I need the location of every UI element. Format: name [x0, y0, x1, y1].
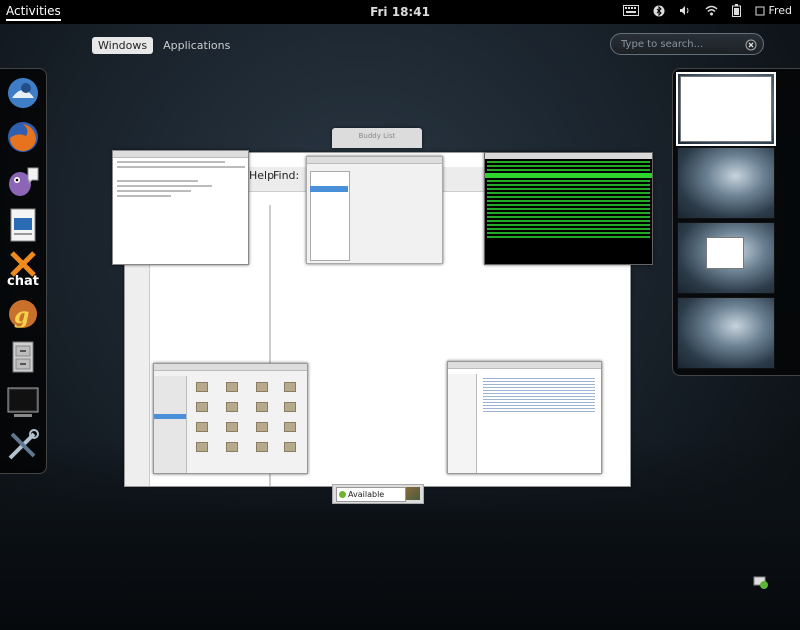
top-panel: Activities Fri 18:41 Fred — [0, 0, 800, 24]
dash-app-pidgin[interactable] — [4, 162, 42, 200]
workspace-3[interactable] — [677, 222, 775, 294]
window-mail-client[interactable] — [447, 361, 602, 474]
browser-titlebar — [113, 151, 248, 158]
wifi-icon[interactable] — [705, 5, 718, 16]
status-select[interactable]: Available — [336, 487, 406, 502]
window-preferences[interactable] — [306, 156, 443, 264]
keyboard-icon[interactable] — [623, 5, 640, 16]
svg-text:g: g — [14, 303, 29, 329]
user-menu[interactable]: Fred — [755, 4, 792, 17]
dash-app-file-cabinet[interactable] — [4, 338, 42, 376]
bluetooth-icon[interactable] — [653, 5, 665, 17]
window-terminal[interactable] — [484, 152, 653, 265]
dash-app-xchat[interactable]: chat — [4, 250, 42, 289]
dash-app-thunderbird[interactable] — [4, 74, 42, 112]
terminal-icon — [7, 387, 39, 417]
tab-applications[interactable]: Applications — [157, 37, 236, 54]
workspace-switcher — [672, 68, 800, 376]
window-buddy-list-title[interactable]: Buddy List — [332, 128, 422, 148]
files-titlebar — [154, 364, 307, 371]
workspace-2[interactable] — [677, 147, 775, 219]
workspace-window-thumbnail — [680, 76, 772, 142]
xchat-label: chat — [7, 274, 39, 288]
tools-icon — [8, 429, 39, 460]
find-label: Find: — [273, 169, 300, 182]
terminal-header-bar — [485, 173, 652, 178]
prefs-category-list — [310, 171, 350, 261]
search-box — [610, 33, 764, 55]
file-cabinet-icon — [12, 341, 34, 373]
dash-app-writer[interactable] — [4, 206, 42, 244]
window-file-manager[interactable] — [153, 363, 308, 474]
writer-icon — [10, 208, 36, 242]
status-value: Available — [348, 490, 385, 499]
dash-app-terminal[interactable] — [4, 382, 42, 420]
tab-windows[interactable]: Windows — [92, 37, 154, 54]
notification-icon[interactable] — [753, 575, 769, 589]
buddy-list-title: Buddy List — [358, 132, 396, 140]
workspace-4[interactable] — [677, 297, 775, 369]
prefs-selected-category — [310, 186, 348, 192]
system-tray: Fred — [623, 4, 792, 17]
files-selected-place — [154, 414, 186, 419]
mail-message-list — [480, 376, 598, 414]
dash-app-firefox[interactable] — [4, 118, 42, 156]
search-input[interactable] — [619, 36, 745, 53]
mail-titlebar — [448, 362, 601, 369]
prefs-titlebar — [307, 157, 442, 164]
terminal-menubar — [485, 153, 652, 159]
workspace-1[interactable] — [676, 72, 776, 146]
user-icon — [755, 6, 765, 15]
user-name: Fred — [768, 4, 792, 17]
dash: chat g — [0, 68, 47, 474]
dash-app-gimp[interactable]: g — [4, 294, 42, 332]
battery-icon[interactable] — [732, 4, 742, 17]
workspace-window-thumbnail — [706, 237, 744, 269]
thunderbird-icon — [8, 78, 38, 108]
avatar[interactable] — [406, 487, 420, 500]
volume-icon[interactable] — [679, 5, 691, 16]
available-icon — [339, 491, 346, 498]
firefox-icon — [8, 122, 38, 152]
dash-app-system-tools[interactable] — [4, 426, 42, 464]
files-sidebar — [154, 376, 187, 473]
window-browser[interactable] — [112, 150, 249, 265]
gimp-icon: g — [9, 300, 37, 329]
xchat-icon: chat — [7, 251, 39, 289]
buddy-status-bar: Available — [332, 484, 424, 504]
search-clear-icon[interactable] — [745, 36, 757, 55]
view-switcher: Windows Applications — [92, 37, 236, 54]
help-menu[interactable]: Help — [249, 169, 274, 182]
mail-folder-pane — [448, 374, 477, 473]
pidgin-icon — [9, 167, 39, 196]
